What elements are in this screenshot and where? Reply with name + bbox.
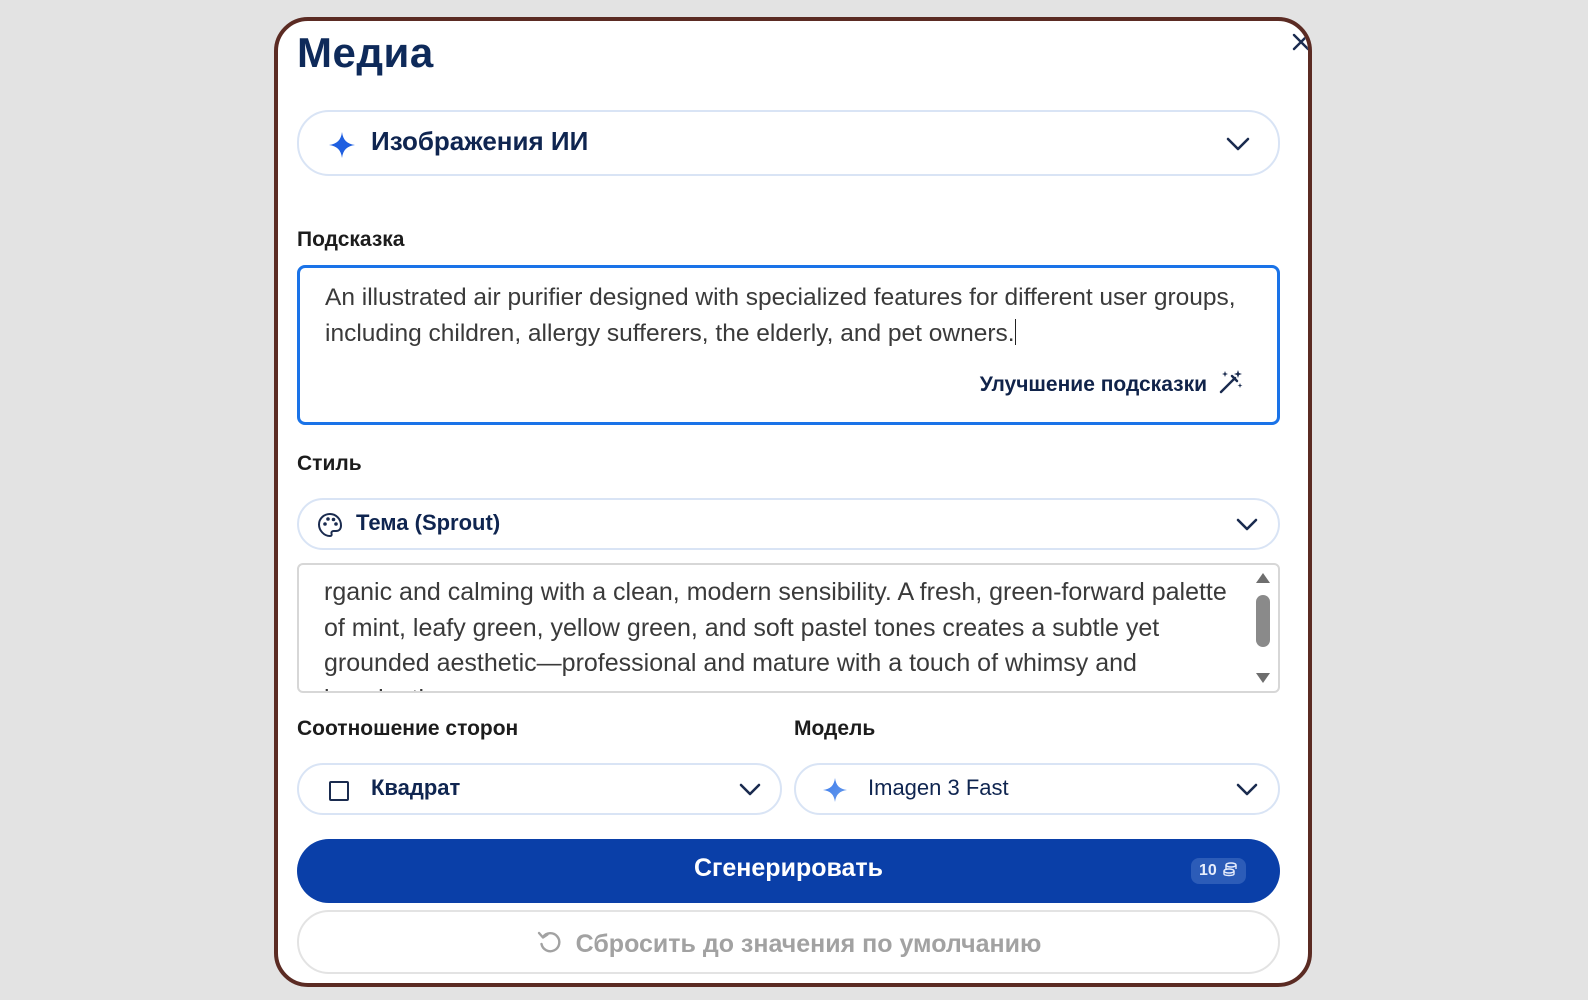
scrollbar-thumb[interactable] bbox=[1256, 595, 1270, 647]
media-source-select[interactable]: Изображения ИИ bbox=[297, 110, 1280, 176]
generate-button[interactable]: Сгенерировать 10 bbox=[297, 839, 1280, 903]
scroll-down-icon[interactable] bbox=[1255, 671, 1271, 689]
style-selected-label: Тема (Sprout) bbox=[356, 510, 501, 535]
scroll-up-icon[interactable] bbox=[1255, 571, 1271, 589]
media-source-label: Изображения ИИ bbox=[371, 126, 589, 156]
media-dialog: Медиа Изображения ИИ Подсказка An illust… bbox=[274, 17, 1312, 987]
prompt-label: Подсказка bbox=[297, 228, 405, 251]
model-selected-label: Imagen 3 Fast bbox=[868, 775, 1009, 800]
style-description: rganic and calming with a clean, modern … bbox=[324, 578, 1227, 691]
generate-label: Сгенерировать bbox=[693, 854, 884, 882]
aspect-ratio-select[interactable]: Квадрат bbox=[297, 763, 782, 815]
chevron-down-icon bbox=[1224, 132, 1252, 161]
chevron-down-icon bbox=[737, 779, 763, 806]
enhance-prompt-label: Улучшение подсказки bbox=[979, 372, 1207, 396]
coins-icon bbox=[1222, 861, 1238, 882]
dialog-title: Медиа bbox=[297, 29, 434, 76]
model-label: Модель bbox=[794, 717, 876, 740]
style-select[interactable]: Тема (Sprout) bbox=[297, 498, 1280, 550]
close-icon[interactable] bbox=[1288, 29, 1308, 55]
palette-icon bbox=[317, 512, 343, 543]
reset-icon bbox=[536, 928, 564, 961]
model-select[interactable]: Imagen 3 Fast bbox=[794, 763, 1280, 815]
credits-count: 10 bbox=[1199, 862, 1217, 879]
chevron-down-icon bbox=[1234, 779, 1260, 806]
style-label: Стиль bbox=[297, 452, 362, 475]
aspect-ratio-selected-label: Квадрат bbox=[371, 775, 461, 800]
prompt-text[interactable]: An illustrated air purifier designed wit… bbox=[325, 280, 1255, 352]
aspect-ratio-label: Соотношение сторон bbox=[297, 717, 519, 740]
square-icon bbox=[329, 781, 349, 801]
credits-badge: 10 bbox=[1191, 858, 1246, 884]
sparkle-icon bbox=[327, 130, 357, 160]
reset-defaults-button[interactable]: Сбросить до значения по умолчанию bbox=[297, 910, 1280, 974]
chevron-down-icon bbox=[1234, 514, 1260, 541]
reset-label: Сбросить до значения по умолчанию bbox=[575, 930, 1042, 958]
magic-wand-icon bbox=[1217, 368, 1245, 401]
sparkle-icon bbox=[822, 777, 848, 808]
prompt-input[interactable]: An illustrated air purifier designed wit… bbox=[297, 265, 1280, 425]
enhance-prompt-button[interactable]: Улучшение подсказки bbox=[980, 368, 1245, 401]
style-description-box[interactable]: rganic and calming with a clean, modern … bbox=[297, 563, 1280, 693]
